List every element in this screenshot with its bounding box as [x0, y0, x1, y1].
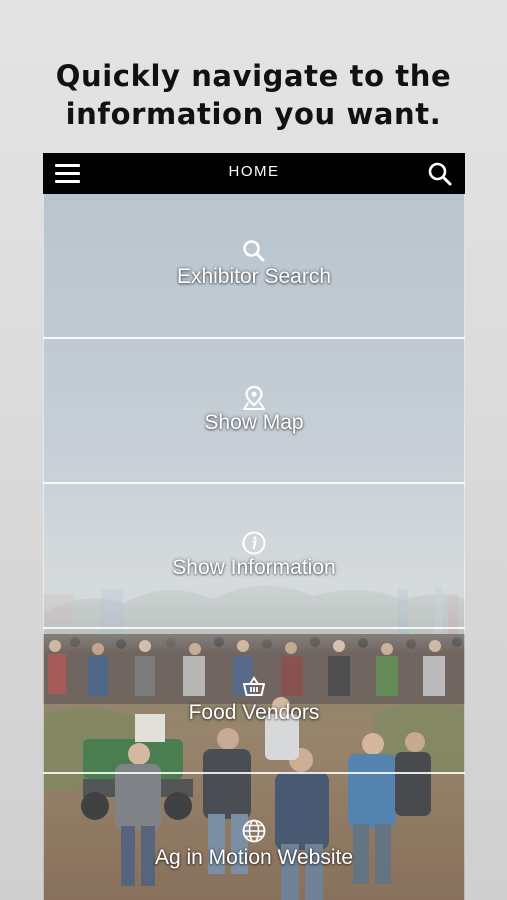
- right-edge-line: [464, 194, 465, 900]
- tile-label-show-map: Show Map: [204, 411, 304, 434]
- tile-label-food-vendors: Food Vendors: [188, 701, 320, 724]
- nav-title: HOME: [228, 163, 280, 180]
- info-icon: [242, 531, 266, 555]
- tile-ag-in-motion-website[interactable]: Ag in Motion Website: [43, 772, 465, 900]
- globe-icon: [242, 819, 266, 843]
- headline-line-2: information you want.: [65, 97, 442, 131]
- tile-exhibitor-search[interactable]: Exhibitor Search: [43, 194, 465, 339]
- tile-show-map[interactable]: Show Map: [43, 337, 465, 482]
- basket-icon: [243, 676, 265, 696]
- headline-line-1: Quickly navigate to the: [55, 59, 452, 93]
- tile-label-exhibitor-search: Exhibitor Search: [176, 265, 332, 288]
- search-icon[interactable]: [427, 161, 453, 187]
- left-edge-line: [43, 194, 44, 900]
- hamburger-menu-icon[interactable]: [55, 162, 81, 184]
- tile-food-vendors[interactable]: Food Vendors: [43, 627, 465, 772]
- tile-label-show-information: Show Information: [172, 556, 336, 579]
- search-icon: [243, 240, 265, 262]
- tile-label-ag-in-motion-website: Ag in Motion Website: [154, 846, 354, 869]
- top-navbar: HOME: [43, 153, 465, 194]
- tile-show-information[interactable]: Show Information: [43, 482, 465, 627]
- map-pin-icon: [243, 385, 265, 410]
- phone-screen: HOME Exhibitor Search Show Map Show Info…: [43, 153, 465, 900]
- promo-headline: Quickly navigate to the information you …: [0, 57, 507, 133]
- background-photo: Exhibitor Search Show Map Show Informati…: [43, 194, 465, 900]
